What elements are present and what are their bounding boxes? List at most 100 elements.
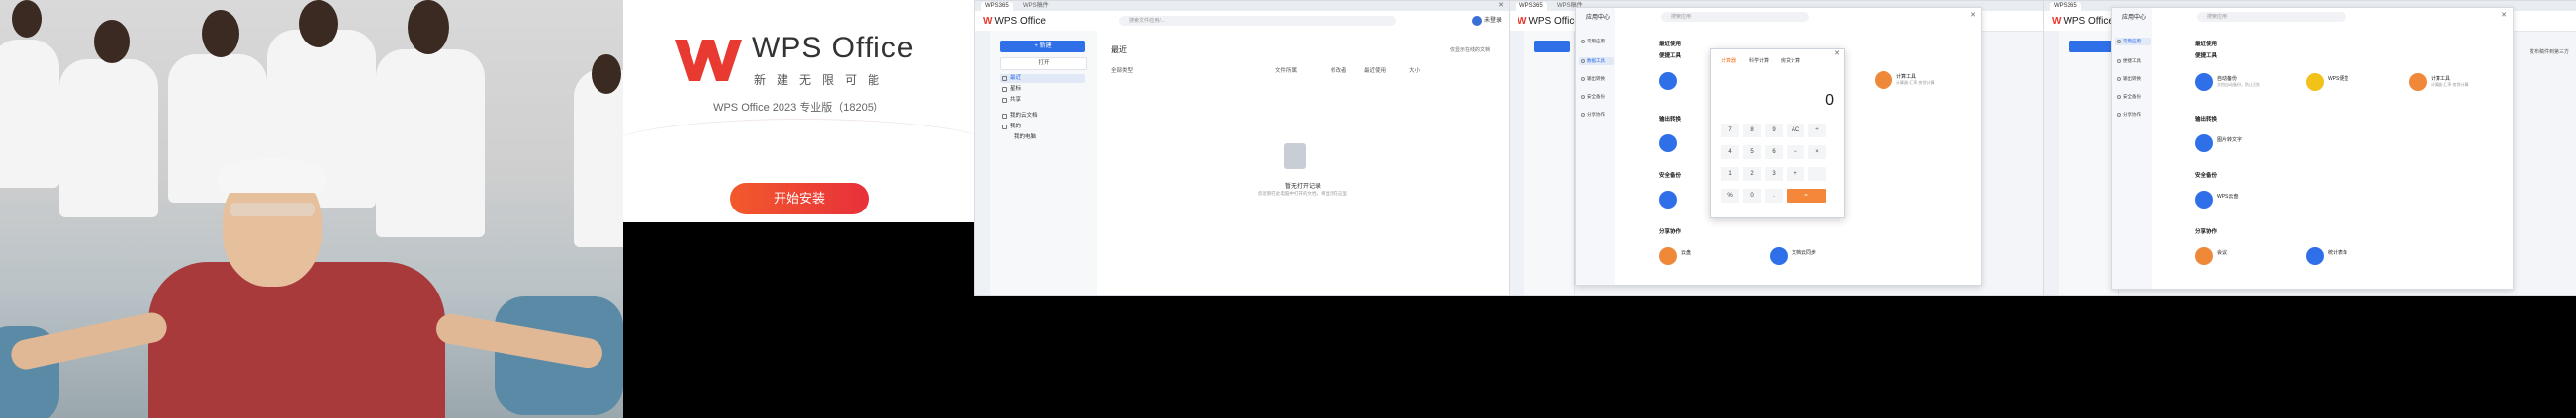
tab-wps365[interactable]: WPS365 — [981, 2, 1013, 11]
section-security: 安全备份 — [2195, 173, 2218, 179]
wps-logo: W WPS Office — [1518, 16, 1580, 27]
tool-name: 云盘 — [1681, 250, 1692, 256]
close-icon[interactable]: ✕ — [2501, 11, 2507, 19]
tool-notes[interactable]: WPS便签 — [2306, 73, 2395, 93]
background-figure-head — [592, 54, 621, 94]
tool-backup[interactable]: 自动备份 文档自动备份，防止丢失 — [2195, 73, 2284, 93]
glasses — [230, 203, 315, 216]
app-search-input[interactable]: 搜索应用 — [1661, 12, 1809, 22]
tab-wps-drafts[interactable]: WPS稿件 — [1019, 2, 1053, 11]
side-item-share[interactable]: 分享协作 — [2115, 111, 2151, 119]
tool-calculator[interactable]: 计算工具 计算器·汇率·房贷计算 — [2409, 73, 2498, 93]
key-0[interactable]: 0 — [1743, 189, 1761, 203]
key-1[interactable]: 1 — [1721, 167, 1739, 181]
key-divide[interactable]: ÷ — [1808, 124, 1826, 137]
tool-form[interactable]: 文档云同步 — [1770, 247, 1859, 267]
filter-toggle[interactable]: 仅显示在线的文档 — [1450, 46, 1490, 53]
tool-name: 自动备份 — [2217, 76, 2238, 82]
new-button[interactable]: + 新建 — [1000, 41, 1085, 52]
close-icon[interactable]: ✕ — [1970, 11, 1976, 19]
nav-my-computer[interactable]: 我的电脑 — [1000, 133, 1085, 142]
tab-wps365[interactable]: WPS365 — [1516, 2, 1547, 11]
key-3[interactable]: 3 — [1765, 167, 1783, 181]
key-5[interactable]: 5 — [1743, 145, 1761, 159]
key-plus[interactable]: + — [1787, 167, 1804, 181]
side-item-output[interactable]: 输出转换 — [2115, 75, 2151, 83]
key-decimal[interactable]: . — [1765, 189, 1783, 203]
share-icon — [1581, 113, 1585, 117]
wps-logo-icon: W — [2052, 16, 2062, 27]
side-item-share[interactable]: 分享协作 — [1579, 111, 1614, 119]
key-4[interactable]: 4 — [1721, 145, 1739, 159]
nav-cloud-docs[interactable]: 我的云文档 — [1000, 112, 1085, 121]
nav-column — [2059, 31, 2119, 295]
side-item-security[interactable]: 安全备份 — [1579, 93, 1614, 101]
side-item-security[interactable]: 安全备份 — [2115, 93, 2151, 101]
note-icon — [2306, 73, 2324, 91]
side-item-output[interactable]: 输出转换 — [1579, 75, 1614, 83]
tool-meeting[interactable]: 云盘 — [1659, 247, 1748, 267]
key-2[interactable]: 2 — [1743, 167, 1761, 181]
tool-image-to-text[interactable]: 图片转文字 — [2195, 134, 2284, 154]
calculator-icon — [1875, 71, 1892, 89]
tool-calculator[interactable]: 计算工具 计算器·汇率·房贷计算 — [1875, 71, 1964, 91]
new-button[interactable] — [1534, 41, 1570, 52]
column-recent[interactable]: 最近使用 — [1364, 66, 1386, 74]
tool-name: 会议 — [2217, 250, 2228, 256]
account-button[interactable]: 未登录 — [1471, 16, 1502, 26]
key-ac[interactable]: AC — [1787, 124, 1804, 137]
nav-starred[interactable]: 星标 — [1000, 85, 1085, 94]
new-button[interactable] — [2069, 41, 2114, 52]
side-item-convenient[interactable]: 便捷工具 — [2115, 57, 2151, 65]
column-modifier[interactable]: 修改者 — [1331, 66, 1347, 74]
key-minus[interactable]: − — [1787, 145, 1804, 159]
left-rail — [975, 31, 990, 295]
tool-form[interactable]: 统计表单 — [2306, 247, 2395, 267]
column-owner[interactable]: 文件所属 — [1275, 66, 1297, 74]
tool-desc: 文档自动备份，防止丢失 — [2217, 82, 2260, 87]
install-button[interactable]: 开始安装 — [730, 183, 869, 214]
calc-tab-scientific[interactable]: 科学计算 — [1749, 57, 1769, 64]
side-item-label: 安全备份 — [1587, 94, 1605, 99]
section-convenient: 便捷工具 — [1659, 53, 1682, 59]
wps-logo: W WPS Office — [983, 16, 1046, 27]
side-item-label: 数据工具 — [1587, 58, 1605, 63]
background-figure-head — [12, 0, 42, 38]
nav-recent[interactable]: 最近 — [1000, 74, 1085, 83]
section-output: 输出转换 — [1659, 117, 1682, 123]
section-security: 安全备份 — [1659, 173, 1682, 179]
key-6[interactable]: 6 — [1765, 145, 1783, 159]
key-percent[interactable]: % — [1721, 189, 1739, 203]
key-7[interactable]: 7 — [1721, 124, 1739, 137]
nav-shared[interactable]: 共享 — [1000, 96, 1085, 105]
calc-tab-basic[interactable]: 计算器 — [1721, 57, 1736, 64]
key-blank[interactable] — [1808, 167, 1826, 181]
side-item-frequent[interactable]: 常用应用 — [1579, 38, 1614, 45]
tool-meeting[interactable]: 会议 — [2195, 247, 2284, 267]
tool-cloud-drive[interactable]: WPS云盘 — [2195, 191, 2284, 210]
column-type[interactable]: 全部类型 — [1111, 66, 1133, 74]
key-multiply[interactable]: × — [1808, 145, 1826, 159]
form-icon — [2306, 247, 2324, 265]
key-8[interactable]: 8 — [1743, 124, 1761, 137]
side-item-label: 安全备份 — [2123, 94, 2141, 99]
tab-wps365[interactable]: WPS365 — [2050, 2, 2081, 11]
background-figure-head — [202, 10, 239, 57]
app-search-input[interactable]: 搜索应用 — [2197, 12, 2346, 22]
tool-name: 统计表单 — [2328, 250, 2348, 256]
form-icon — [1770, 247, 1788, 265]
open-button[interactable]: 打开 — [1000, 57, 1087, 70]
key-9[interactable]: 9 — [1765, 124, 1783, 137]
background-figure — [0, 40, 59, 188]
close-icon[interactable]: ✕ — [1498, 1, 1504, 9]
search-input[interactable]: 搜索文件/应用/... — [1119, 16, 1396, 26]
close-icon[interactable]: ✕ — [1834, 49, 1840, 57]
side-item-label: 常用应用 — [1587, 39, 1605, 43]
side-item-data-tools[interactable]: 数据工具 — [1579, 57, 1614, 65]
nav-mine[interactable]: 我的 — [1000, 123, 1085, 131]
tool-name: WPS云盘 — [2217, 194, 2239, 200]
column-size[interactable]: 大小 — [1409, 66, 1420, 74]
calc-tab-mortgage[interactable]: 房贷计算 — [1781, 57, 1800, 64]
key-equals[interactable]: = — [1787, 189, 1826, 203]
side-item-frequent[interactable]: 常用应用 — [2115, 38, 2151, 45]
